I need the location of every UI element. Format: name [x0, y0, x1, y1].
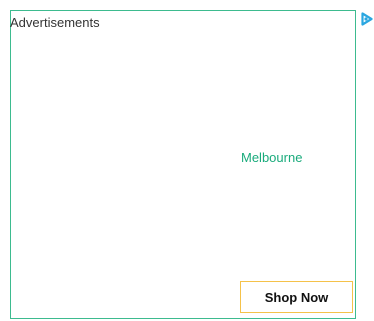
shop-now-button[interactable]: Shop Now	[240, 281, 353, 313]
advertisements-label: Advertisements	[10, 15, 100, 30]
city-label: Melbourne	[241, 150, 303, 165]
ad-frame	[10, 10, 356, 319]
adchoices-icon[interactable]	[361, 12, 373, 26]
